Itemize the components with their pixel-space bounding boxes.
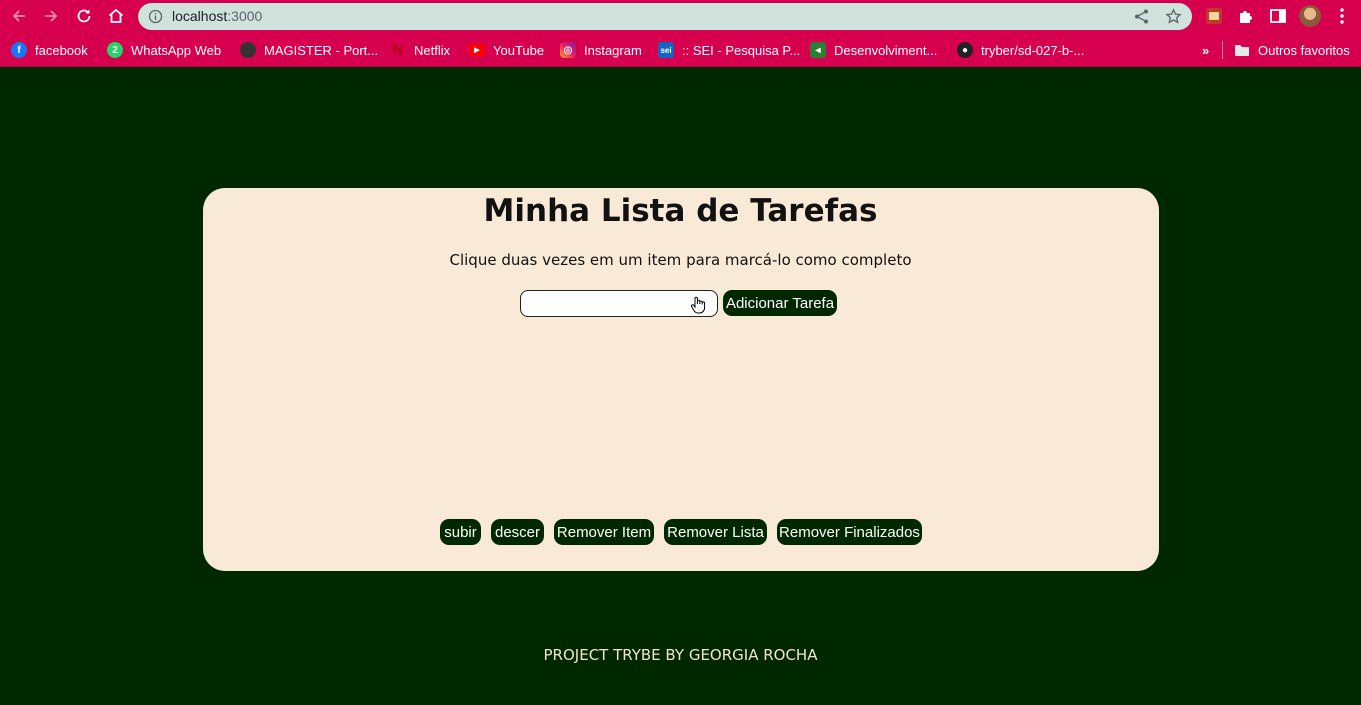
bookmark-label: Netflix — [414, 42, 451, 58]
bookmark-label: WhatsApp Web — [131, 42, 222, 58]
github-icon: ● — [957, 42, 973, 58]
add-task-button[interactable]: Adicionar Tarefa — [723, 290, 837, 316]
menu-kebab-icon[interactable] — [1334, 7, 1350, 25]
bookmark-instagram[interactable]: ◎ Instagram — [560, 40, 642, 60]
site-info-icon[interactable] — [148, 9, 163, 24]
bookmark-desenvolvimento[interactable]: ◂ Desenvolviment... — [810, 40, 937, 60]
bookmark-youtube[interactable]: ▶ YouTube — [469, 40, 544, 60]
bookmark-label: facebook — [35, 42, 88, 58]
globe-icon — [240, 42, 256, 58]
bookmark-sei[interactable]: sei :: SEI - Pesquisa P... — [658, 40, 800, 60]
share-icon[interactable] — [1133, 8, 1150, 25]
extensions-puzzle-icon[interactable] — [1237, 7, 1255, 25]
folder-icon — [1234, 42, 1250, 58]
forward-arrow-icon[interactable] — [40, 5, 62, 27]
bookmarks-separator — [1222, 41, 1223, 59]
bookmark-star-icon[interactable] — [1165, 8, 1182, 25]
facebook-icon: f — [11, 42, 27, 58]
bookmark-netflix[interactable]: N Netflix — [390, 40, 451, 60]
bookmark-folder-outros[interactable]: Outros favoritos — [1234, 40, 1350, 60]
reload-icon[interactable] — [73, 5, 95, 27]
extension-icon[interactable] — [1205, 7, 1223, 25]
sei-icon: sei — [658, 42, 674, 58]
side-panel-icon[interactable] — [1269, 7, 1287, 25]
profile-avatar[interactable] — [1299, 5, 1321, 27]
home-icon[interactable] — [105, 5, 127, 27]
bookmark-label: Outros favoritos — [1258, 42, 1350, 58]
whatsapp-icon: 2 — [107, 42, 123, 58]
bookmark-label: Desenvolviment... — [834, 42, 938, 58]
address-bar[interactable]: localhost:3000 — [138, 3, 1192, 30]
move-up-button[interactable]: subir — [440, 519, 481, 545]
netflix-icon: N — [392, 41, 404, 59]
bookmark-facebook[interactable]: f facebook — [11, 40, 88, 60]
bookmark-magister[interactable]: MAGISTER - Port... — [240, 40, 378, 60]
bookmarks-bar: f facebook 2 WhatsApp Web MAGISTER - Por… — [0, 33, 1361, 67]
task-input[interactable] — [520, 290, 718, 317]
url-text: localhost:3000 — [172, 8, 263, 24]
bookmark-github[interactable]: ● tryber/sd-027-b-... — [957, 40, 1084, 60]
task-list — [240, 330, 1120, 500]
browser-toolbar: localhost:3000 — [0, 0, 1361, 33]
bookmark-whatsapp[interactable]: 2 WhatsApp Web — [107, 40, 221, 60]
bookmark-label: YouTube — [493, 42, 545, 58]
page-footer: PROJECT TRYBE BY GEORGIA ROCHA — [543, 646, 818, 664]
bookmark-label: :: SEI - Pesquisa P... — [682, 42, 801, 58]
remove-item-button[interactable]: Remover Item — [554, 519, 654, 545]
bookmark-label: Instagram — [584, 42, 642, 58]
move-down-button[interactable]: descer — [491, 519, 544, 545]
hand-pointer-icon — [691, 296, 706, 314]
remove-list-button[interactable]: Remover Lista — [664, 519, 767, 545]
instructions-text: Clique duas vezes em um item para marcá-… — [449, 251, 912, 269]
back-arrow-icon[interactable] — [8, 5, 30, 27]
remove-finished-button[interactable]: Remover Finalizados — [777, 519, 922, 545]
instagram-icon: ◎ — [560, 42, 576, 58]
more-bookmarks-chevron-icon[interactable]: » — [1202, 40, 1209, 60]
app-icon: ◂ — [810, 42, 826, 58]
bookmark-label: MAGISTER - Port... — [264, 42, 379, 58]
bookmark-label: tryber/sd-027-b-... — [981, 42, 1085, 58]
youtube-icon: ▶ — [469, 44, 485, 56]
page-title: Minha Lista de Tarefas — [483, 193, 878, 229]
